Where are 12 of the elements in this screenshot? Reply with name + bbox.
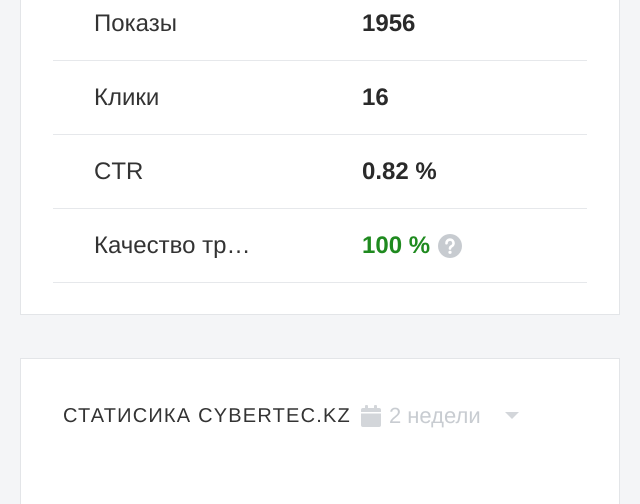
stat-label: Клики [93,84,160,112]
panel-title: СТАТИСИКА CYBERTEC.KZ [63,404,351,428]
calendar-icon [360,405,381,427]
stat-value: 0.82 % [362,158,437,186]
stat-label: CTR [93,158,144,186]
caret-icon [504,412,519,420]
stat-label: Качество тр… [93,232,252,260]
stat-value: 1956 [362,10,416,38]
help-icon[interactable] [438,234,462,258]
stat-label: Показы [93,10,178,38]
stat-value: 16 [362,84,389,112]
stat-value: 100 % [362,232,430,260]
